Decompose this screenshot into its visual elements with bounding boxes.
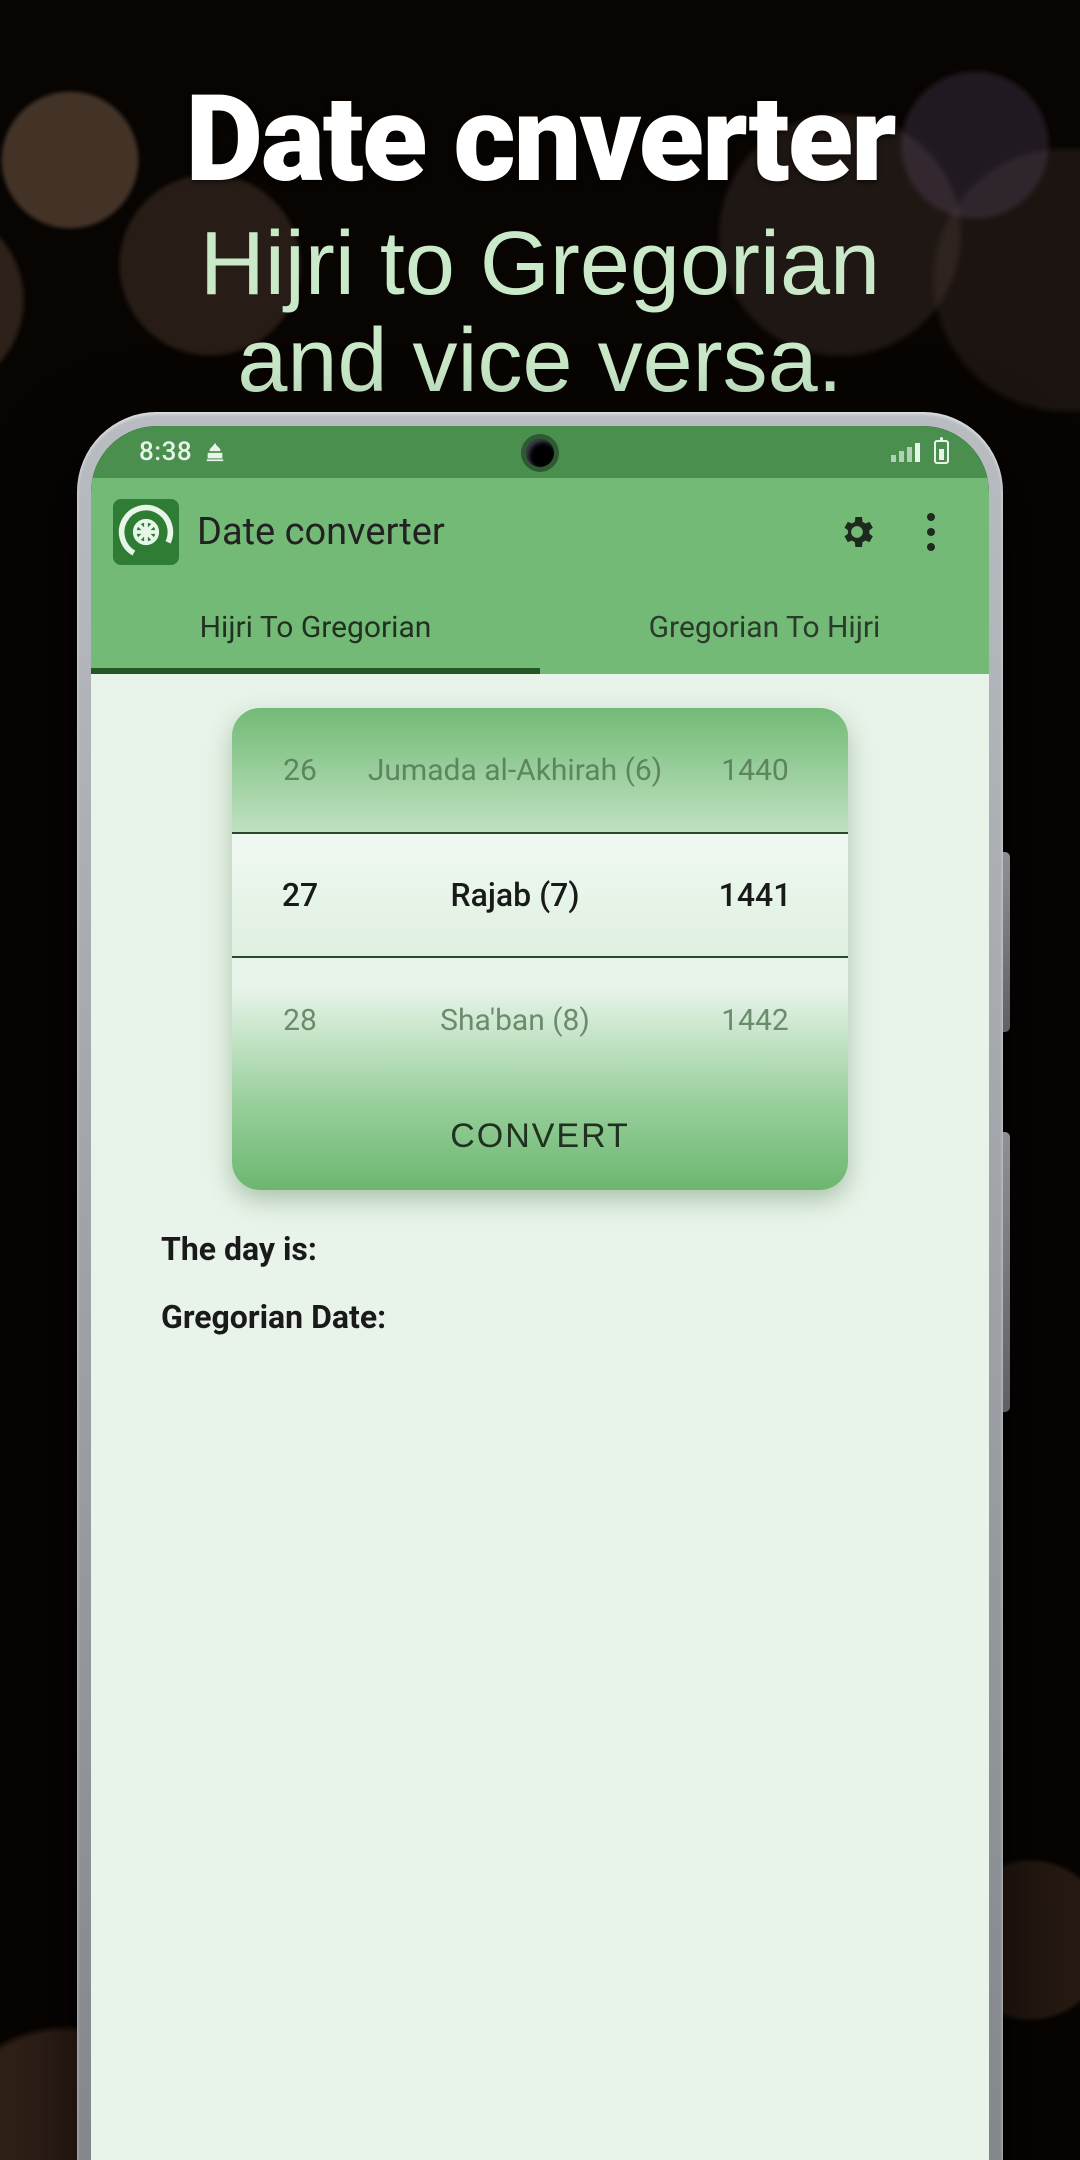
picker-row-prev[interactable]: 26 Jumada al-Akhirah (6) 1440 bbox=[232, 708, 848, 832]
picker-year-prev: 1440 bbox=[690, 753, 820, 788]
device-screen: 8:38 Date bbox=[91, 426, 989, 2160]
tab-hijri-to-gregorian[interactable]: Hijri To Gregorian bbox=[91, 586, 540, 668]
kebab-menu-icon bbox=[911, 513, 951, 551]
tab-bar: Hijri To Gregorian Gregorian To Hijri bbox=[91, 586, 989, 668]
picker-year-selected: 1441 bbox=[690, 876, 820, 914]
convert-button[interactable]: CONVERT bbox=[450, 1117, 630, 1156]
toolbar: Date converter bbox=[91, 478, 989, 586]
picker-month-next: Sha'ban (8) bbox=[340, 1003, 690, 1038]
device-side-button-2 bbox=[1003, 1132, 1010, 1412]
gear-icon bbox=[837, 512, 877, 552]
device-side-button-1 bbox=[1003, 852, 1010, 1032]
app-header: Date converter Hijri To Gregorian Gregor… bbox=[91, 478, 989, 674]
picker-month-prev: Jumada al-Akhirah (6) bbox=[340, 753, 690, 788]
signal-icon bbox=[891, 443, 920, 462]
promo-title: Date cnverter bbox=[0, 70, 1080, 210]
status-right bbox=[891, 440, 949, 464]
result-day-label: The day is: bbox=[161, 1230, 989, 1268]
status-time: 8:38 bbox=[139, 437, 192, 467]
status-bar: 8:38 bbox=[91, 426, 989, 478]
device-frame: 8:38 Date bbox=[77, 412, 1003, 2160]
picker-day-prev: 26 bbox=[260, 753, 340, 788]
picker-year-next: 1442 bbox=[690, 1003, 820, 1038]
battery-icon bbox=[934, 440, 949, 464]
content-area: 26 Jumada al-Akhirah (6) 1440 27 Rajab (… bbox=[91, 674, 989, 2160]
status-time-group: 8:38 bbox=[139, 437, 226, 467]
tab-indicator bbox=[91, 668, 989, 674]
settings-button[interactable] bbox=[829, 504, 885, 560]
date-picker-wheels[interactable]: 26 Jumada al-Akhirah (6) 1440 27 Rajab (… bbox=[232, 708, 848, 1082]
result-greg-label: Gregorian Date: bbox=[161, 1298, 989, 1336]
promo-copy: Date cnverter Hijri to Gregorian and vic… bbox=[0, 70, 1080, 410]
promo-subtitle: Hijri to Gregorian and vice versa. bbox=[0, 216, 1080, 410]
date-picker-card: 26 Jumada al-Akhirah (6) 1440 27 Rajab (… bbox=[232, 708, 848, 1190]
app-logo-icon bbox=[113, 499, 179, 565]
results-block: The day is: Gregorian Date: bbox=[91, 1190, 989, 1336]
promo-subtitle-line1: Hijri to Gregorian bbox=[200, 214, 880, 314]
promo-subtitle-line2: and vice versa. bbox=[237, 311, 842, 411]
picker-day-next: 28 bbox=[260, 1003, 340, 1038]
tab-indicator-active bbox=[91, 668, 540, 674]
picker-row-next[interactable]: 28 Sha'ban (8) 1442 bbox=[232, 958, 848, 1082]
picker-row-selected[interactable]: 27 Rajab (7) 1441 bbox=[232, 832, 848, 958]
overflow-menu-button[interactable] bbox=[903, 504, 959, 560]
picker-day-selected: 27 bbox=[260, 876, 340, 914]
camera-notch bbox=[526, 439, 554, 467]
tab-gregorian-to-hijri[interactable]: Gregorian To Hijri bbox=[540, 586, 989, 668]
picker-month-selected: Rajab (7) bbox=[340, 876, 690, 914]
app-title: Date converter bbox=[197, 510, 811, 554]
convert-row: CONVERT bbox=[232, 1082, 848, 1190]
mosque-icon bbox=[204, 441, 226, 463]
tab-indicator-inactive bbox=[540, 668, 989, 674]
